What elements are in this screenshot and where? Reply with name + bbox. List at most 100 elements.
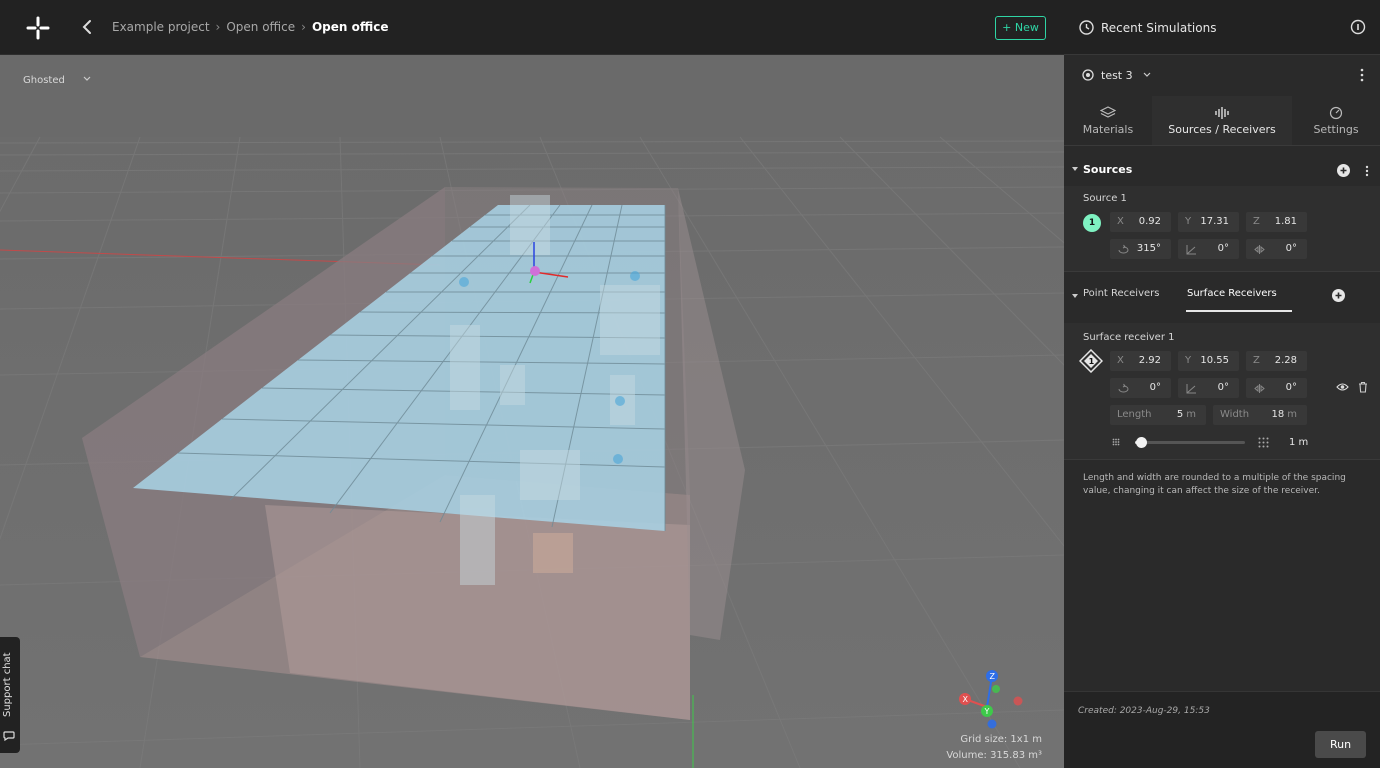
run-button[interactable]: Run [1315, 731, 1366, 758]
tab-sources-receivers[interactable]: Sources / Receivers [1152, 96, 1292, 145]
app-logo-icon[interactable] [26, 16, 50, 40]
panel-title: Recent Simulations [1101, 21, 1217, 35]
receiver-badge-number: 1 [1089, 357, 1095, 366]
source-rot1-value[interactable]: 315° [1137, 243, 1161, 254]
simulation-selector[interactable]: test 3 [1064, 56, 1380, 96]
source-x-field[interactable]: X 0.92 [1110, 212, 1171, 232]
axis-orientation-gizmo[interactable]: Z X Y [950, 667, 1030, 737]
receiver-width-value[interactable]: 18 [1272, 409, 1285, 420]
source-y-value[interactable]: 17.31 [1200, 216, 1229, 227]
back-chevron-icon[interactable] [78, 17, 98, 37]
receiver-length-label: Length [1117, 409, 1152, 420]
receiver-name[interactable]: Surface receiver 1 [1083, 332, 1174, 343]
chevron-down-icon[interactable] [1142, 70, 1152, 80]
settings-gauge-icon [1329, 106, 1343, 120]
history-icon [1079, 20, 1094, 35]
support-chat-tab[interactable]: Support chat [0, 637, 20, 753]
receiver-width-field[interactable]: Width 18 m [1213, 405, 1307, 425]
receiver-rot3-value[interactable]: 0° [1286, 382, 1297, 393]
panel-header: Recent Simulations [1064, 0, 1380, 55]
receiver-width-label: Width [1220, 409, 1250, 420]
collapse-caret-icon[interactable] [1072, 166, 1078, 172]
sources-header[interactable]: Sources [1064, 157, 1380, 183]
render-mode-select[interactable]: Ghosted [23, 75, 65, 86]
sources-title: Sources [1083, 163, 1133, 176]
spacing-value: 1 m [1289, 437, 1309, 448]
receiver-rot1-value[interactable]: 0° [1150, 382, 1161, 393]
collapse-caret-icon[interactable] [1072, 293, 1078, 299]
3d-scene[interactable] [0, 55, 1064, 768]
receiver-x-value[interactable]: 2.92 [1139, 355, 1161, 366]
info-icon[interactable] [1350, 19, 1366, 35]
axis-y-label: Y [984, 707, 990, 716]
eye-icon[interactable] [1336, 382, 1349, 392]
receiver-y-value[interactable]: 10.55 [1200, 355, 1229, 366]
simulation-name[interactable]: test 3 [1101, 69, 1133, 82]
source-y-field[interactable]: Y 17.31 [1178, 212, 1239, 232]
tab-point-receivers[interactable]: Point Receivers [1083, 288, 1159, 299]
receiver-rot2-value[interactable]: 0° [1218, 382, 1229, 393]
receiver-elevation-field[interactable]: 0° [1178, 378, 1239, 398]
simulation-panel: Recent Simulations test 3 Materials Sour… [1064, 0, 1380, 768]
breadcrumb-project[interactable]: Example project [112, 20, 210, 34]
sources-more-icon[interactable] [1365, 165, 1369, 177]
axis-x-label: X [963, 695, 969, 704]
tab-surface-receivers[interactable]: Surface Receivers [1187, 288, 1277, 299]
grid-size-label: Grid size: 1x1 m [960, 734, 1042, 745]
source-rot3-value[interactable]: 0° [1286, 243, 1297, 254]
dense-grid-icon [1112, 438, 1120, 446]
receiver-length-value[interactable]: 5 [1177, 409, 1183, 420]
receiver-note: Length and width are rounded to a multip… [1083, 473, 1346, 496]
support-chat-label: Support chat [2, 652, 13, 718]
source-rot2-value[interactable]: 0° [1218, 243, 1229, 254]
tab-settings[interactable]: Settings [1292, 96, 1380, 145]
sparse-grid-icon [1258, 437, 1269, 448]
rotate-icon [1118, 244, 1129, 254]
receiver-width-unit: m [1287, 409, 1297, 420]
receiver-length-field[interactable]: Length 5m [1110, 405, 1206, 425]
spacing-slider-track[interactable] [1135, 441, 1245, 444]
breadcrumb: Example project › Open office › Open office [112, 20, 389, 34]
receiver-x-field[interactable]: X 2.92 [1110, 351, 1171, 371]
panel-tabs: Materials Sources / Receivers Settings [1064, 96, 1380, 146]
breadcrumb-model[interactable]: Open office [226, 20, 295, 34]
roll-icon [1254, 384, 1265, 393]
tab-materials[interactable]: Materials [1064, 96, 1152, 145]
source-badge[interactable]: 1 [1083, 214, 1101, 232]
roll-icon [1254, 245, 1265, 254]
trash-icon[interactable] [1358, 381, 1368, 393]
3d-viewport[interactable]: Ghosted Z X Y Grid size: 1x1 m Volume: 3… [0, 55, 1064, 768]
add-receiver-icon[interactable] [1332, 289, 1345, 302]
tab-materials-label: Materials [1082, 123, 1134, 136]
source-z-field[interactable]: Z 1.81 [1246, 212, 1307, 232]
receiver-y-field[interactable]: Y 10.55 [1178, 351, 1239, 371]
panel-footer: Created: 2023-Aug-29, 15:53 Run [1064, 691, 1380, 768]
active-tab-underline [1186, 310, 1292, 312]
receiver-length-unit: m [1186, 409, 1196, 420]
chevron-down-icon[interactable] [82, 74, 92, 84]
volume-label: Volume: 315.83 m³ [946, 750, 1042, 761]
chat-icon [3, 731, 15, 742]
add-source-icon[interactable] [1337, 164, 1350, 177]
receiver-z-value[interactable]: 2.28 [1275, 355, 1297, 366]
created-timestamp: Created: 2023-Aug-29, 15:53 [1078, 706, 1210, 716]
receiver-rotation-field[interactable]: 0° [1110, 378, 1171, 398]
breadcrumb-current: Open office [311, 20, 389, 34]
more-options-icon[interactable] [1360, 68, 1364, 82]
source-roll-field[interactable]: 0° [1246, 239, 1307, 259]
source-z-value[interactable]: 1.81 [1275, 216, 1297, 227]
receiver-z-field[interactable]: Z 2.28 [1246, 351, 1307, 371]
elevation-icon [1186, 384, 1196, 394]
layers-icon [1100, 106, 1116, 118]
spacing-slider-handle[interactable] [1135, 437, 1147, 448]
receiver-badge-icon[interactable]: 1 [1079, 349, 1103, 373]
source-rotation-field[interactable]: 315° [1110, 239, 1171, 259]
axis-z-label: Z [990, 672, 996, 681]
source-elevation-field[interactable]: 0° [1178, 239, 1239, 259]
receiver-roll-field[interactable]: 0° [1246, 378, 1307, 398]
new-button[interactable]: + New [995, 16, 1046, 40]
top-bar: Example project › Open office › Open office … [0, 0, 1064, 55]
source-name[interactable]: Source 1 [1083, 193, 1127, 204]
source-x-value[interactable]: 0.92 [1139, 216, 1161, 227]
grid-info: Grid size: 1x1 m Volume: 315.83 m³ [946, 732, 1042, 764]
